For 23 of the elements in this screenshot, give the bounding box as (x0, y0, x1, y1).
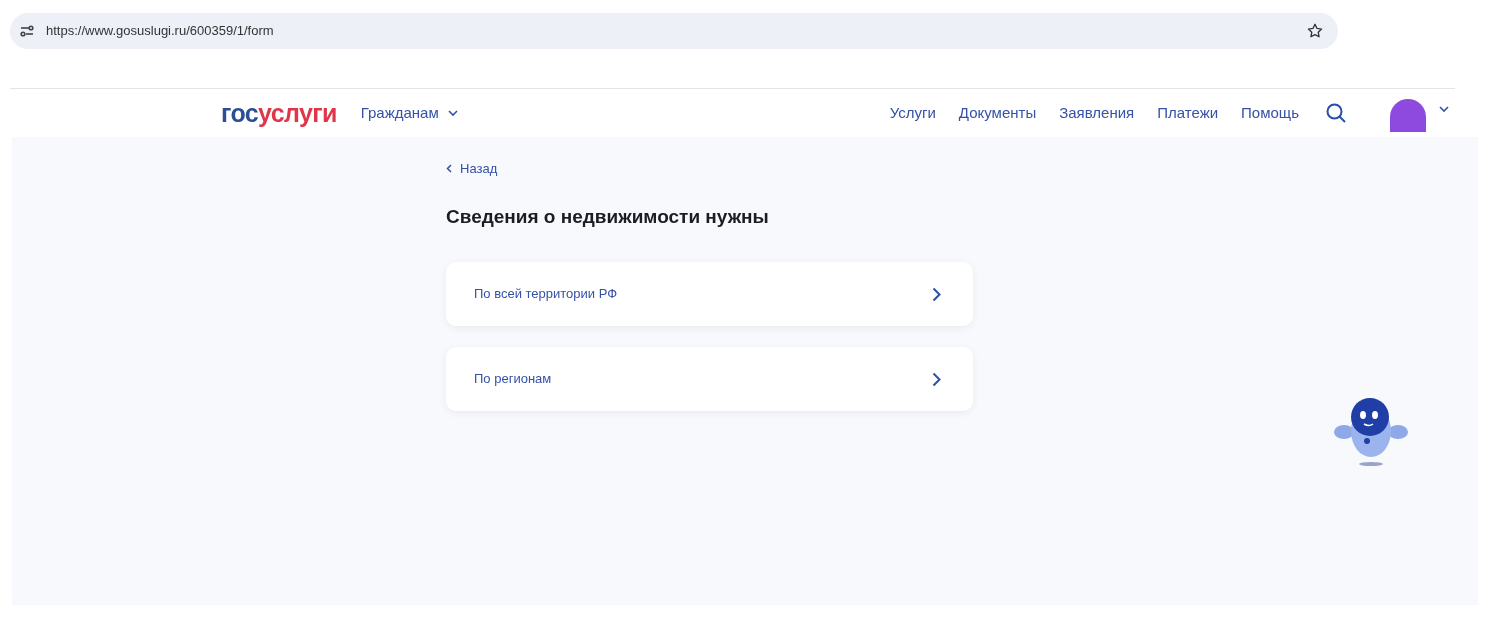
url-text[interactable]: https://www.gosuslugi.ru/600359/1/form (46, 21, 274, 41)
robot-assistant-icon[interactable] (1334, 395, 1408, 467)
option-card[interactable]: По всей территории РФ (446, 262, 973, 326)
logo[interactable]: госуслуги (221, 100, 337, 126)
nav-link[interactable]: Платежи (1157, 101, 1219, 125)
address-bar[interactable]: https://www.gosuslugi.ru/600359/1/form (10, 13, 1338, 49)
chevron-down-icon (446, 109, 459, 117)
nav-link[interactable]: Помощь (1241, 101, 1299, 125)
chevron-left-icon (446, 164, 452, 174)
avatar[interactable] (1390, 98, 1426, 132)
chevron-right-icon (932, 286, 941, 302)
star-icon[interactable] (1306, 22, 1324, 40)
nav-link[interactable]: Услуги (889, 101, 936, 125)
audience-dropdown[interactable]: Гражданам (360, 101, 459, 125)
search-icon[interactable] (1325, 102, 1347, 124)
chevron-down-icon[interactable] (1438, 105, 1450, 113)
option-card[interactable]: По регионам (446, 347, 973, 411)
nav-link[interactable]: Заявления (1059, 101, 1135, 125)
chevron-right-icon (932, 371, 941, 387)
nav-link[interactable]: Документы (958, 101, 1037, 125)
tune-icon[interactable] (18, 22, 36, 40)
page-title: Сведения о недвижимости нужны (446, 204, 770, 229)
back-link[interactable]: Назад (446, 159, 498, 179)
